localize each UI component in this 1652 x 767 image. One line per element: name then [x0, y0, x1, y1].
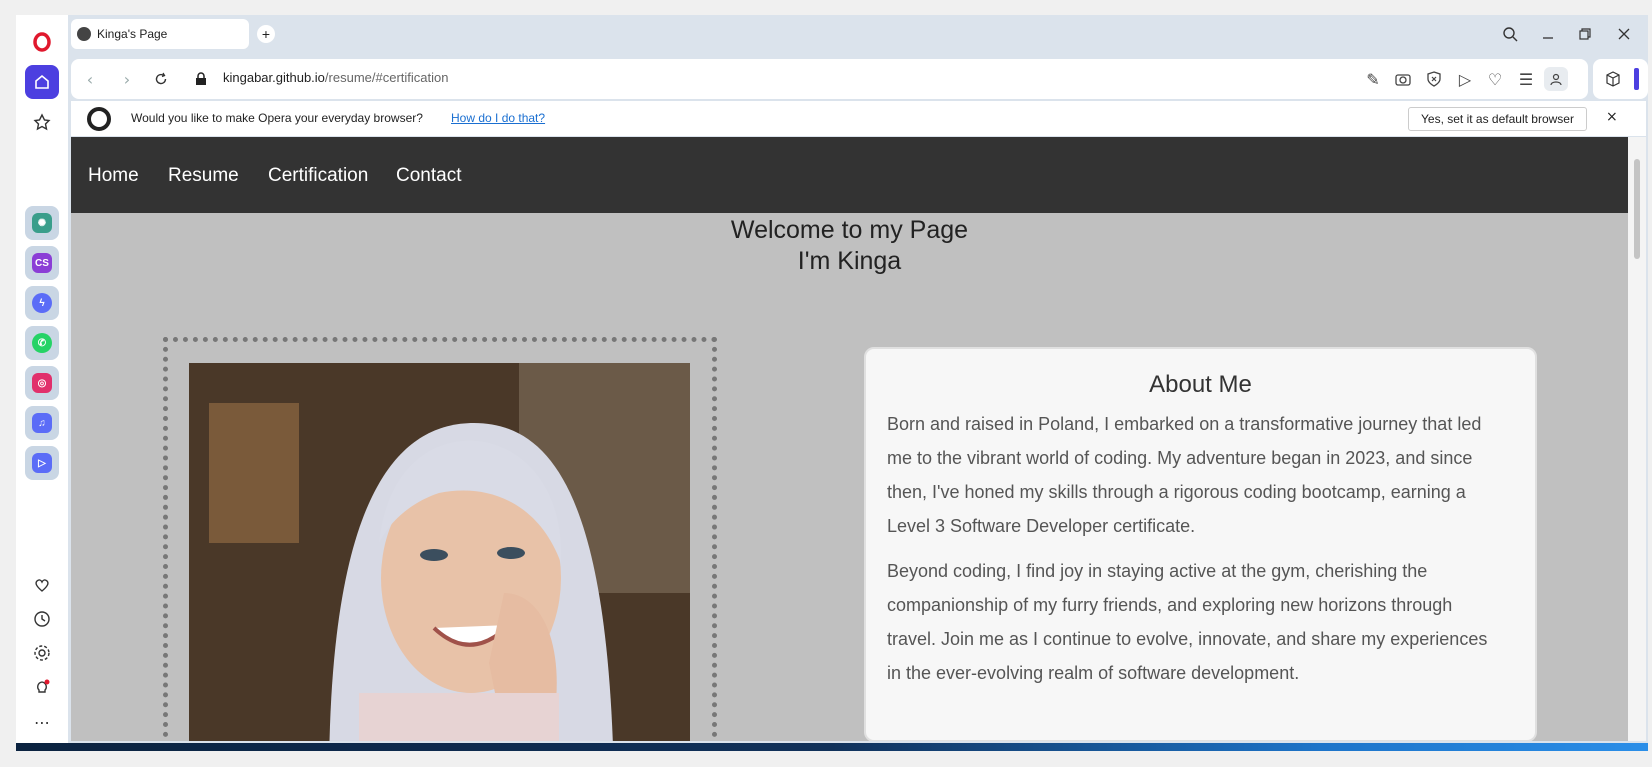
default-browser-banner: Would you like to make Opera your everyd… [71, 101, 1646, 136]
profile-icon[interactable] [1544, 67, 1568, 91]
edit-icon[interactable]: ✎ [1363, 69, 1383, 89]
settings-icon[interactable] [25, 636, 59, 670]
close-window-icon[interactable] [1613, 23, 1635, 45]
reload-icon[interactable] [151, 69, 171, 89]
history-icon[interactable] [25, 602, 59, 636]
easy-setup-icon[interactable]: ☰ [1516, 69, 1536, 89]
cs-app-label: CS [32, 253, 52, 273]
scrollbar-thumb[interactable] [1634, 159, 1640, 259]
extensions-bar [1593, 59, 1648, 99]
minimize-icon[interactable] [1537, 23, 1559, 45]
lock-icon[interactable] [191, 69, 211, 89]
page-scrollbar[interactable] [1628, 137, 1646, 741]
how-to-link[interactable]: How do I do that? [451, 111, 545, 125]
camera-icon[interactable] [1393, 69, 1413, 89]
music-player-icon[interactable]: ♫ [25, 406, 59, 440]
welcome-heading: Welcome to my Page I'm Kinga [71, 215, 1628, 277]
welcome-line1: Welcome to my Page [730, 216, 969, 244]
more-icon[interactable]: ⋯ [25, 705, 59, 739]
close-banner-icon[interactable]: × [1606, 109, 1618, 125]
opera-sidebar: ✺ CS ϟ ✆ ◎ ♫ ▷ ⋯ [16, 15, 68, 751]
about-card: About Me Born and raised in Poland, I em… [864, 347, 1537, 741]
tab-title: Kinga's Page [97, 27, 168, 41]
home-icon[interactable] [25, 65, 59, 99]
url-domain: kingabar.github.io [223, 70, 325, 85]
search-tabs-icon[interactable] [1499, 23, 1521, 45]
back-icon[interactable]: ‹ [80, 69, 100, 89]
url-field[interactable]: kingabar.github.io/resume/#certification [223, 70, 448, 85]
tips-icon[interactable] [25, 670, 59, 704]
globe-icon [77, 27, 91, 41]
opera-logo-icon [87, 107, 111, 131]
pinboard-icon[interactable] [25, 105, 59, 139]
new-tab-button[interactable]: + [257, 25, 275, 43]
web-page: Home Resume Certification Contact Welcom… [71, 137, 1628, 741]
cs-app-icon[interactable]: CS [25, 246, 59, 280]
heart-icon[interactable] [25, 568, 59, 602]
restore-icon[interactable] [1574, 23, 1596, 45]
url-path: /resume/#certification [324, 70, 449, 85]
adblock-icon[interactable] [1424, 69, 1444, 89]
forward-icon[interactable]: › [117, 69, 137, 89]
nav-home[interactable]: Home [88, 165, 139, 187]
about-paragraph-1: Born and raised in Poland, I embarked on… [887, 414, 1482, 536]
about-paragraph-2: Beyond coding, I find joy in staying act… [887, 561, 1488, 683]
messenger-icon[interactable]: ϟ [25, 286, 59, 320]
banner-message: Would you like to make Opera your everyd… [131, 111, 423, 125]
instagram-icon[interactable]: ◎ [25, 366, 59, 400]
site-navbar: Home Resume Certification Contact [71, 137, 1628, 213]
send-icon[interactable]: ▷ [1455, 69, 1475, 89]
tab-kingas-page[interactable]: Kinga's Page [71, 19, 249, 49]
whatsapp-icon[interactable]: ✆ [25, 326, 59, 360]
opera-menu-icon[interactable] [25, 25, 59, 59]
nav-certification[interactable]: Certification [268, 165, 368, 187]
about-title: About Me [1149, 371, 1252, 398]
welcome-line2: I'm Kinga [797, 247, 902, 275]
nav-contact[interactable]: Contact [396, 165, 461, 187]
set-default-button[interactable]: Yes, set it as default browser [1408, 107, 1587, 131]
chatgpt-icon[interactable]: ✺ [25, 206, 59, 240]
extensions-icon[interactable] [1603, 69, 1623, 89]
profile-photo [189, 363, 690, 741]
flow-icon[interactable]: ▷ [25, 446, 59, 480]
nav-resume[interactable]: Resume [168, 165, 239, 187]
sidebar-indicator [1634, 68, 1639, 90]
taskbar-strip [16, 743, 1648, 751]
address-bar: ‹ › kingabar.github.io/resume/#certifica… [71, 59, 1588, 99]
bookmark-heart-icon[interactable]: ♡ [1485, 69, 1505, 89]
